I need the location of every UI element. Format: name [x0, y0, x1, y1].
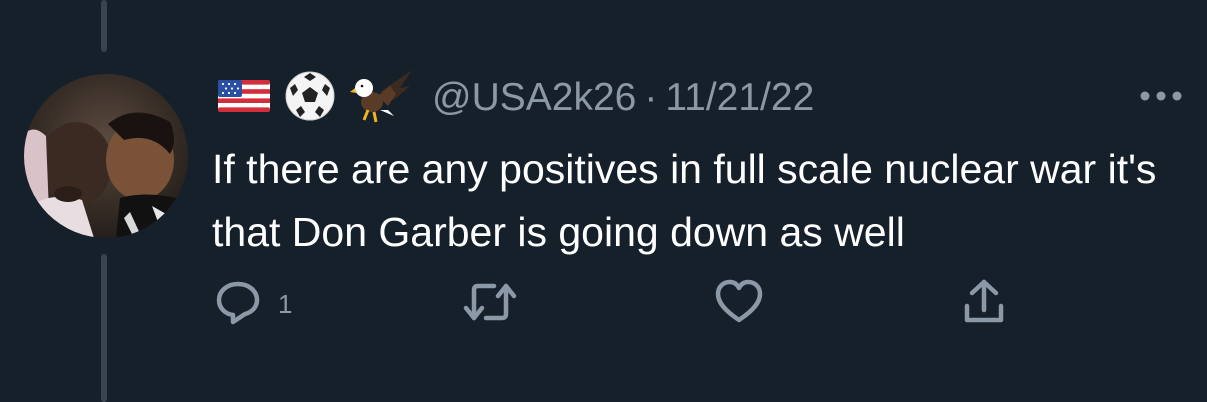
soccer-ball-icon	[284, 70, 336, 127]
more-options-icon[interactable]	[1138, 88, 1184, 104]
tweet-card[interactable]: @USA2k26 · 11/21/22 If there are any pos…	[0, 0, 1207, 402]
tweet-text: If there are any positives in full scale…	[212, 146, 1157, 255]
thread-line-top	[101, 0, 107, 52]
user-handle[interactable]: @USA2k26	[432, 76, 636, 120]
tweet-date[interactable]: 11/21/22	[665, 76, 814, 120]
thread-line-bottom	[101, 254, 107, 402]
heart-icon	[714, 278, 764, 331]
like-button[interactable]	[714, 278, 764, 331]
us-flag-icon	[218, 76, 270, 121]
share-button[interactable]	[962, 278, 1006, 331]
retweet-icon	[462, 278, 518, 331]
eagle-icon	[350, 66, 414, 131]
reply-count: 1	[278, 288, 293, 319]
retweet-button[interactable]	[462, 280, 518, 328]
avatar[interactable]	[24, 74, 188, 238]
reply-button[interactable]: 1	[214, 280, 292, 328]
tweet-header: @USA2k26 · 11/21/22	[218, 68, 814, 128]
reply-icon	[214, 278, 262, 331]
share-icon	[962, 278, 1006, 331]
separator-dot: ·	[644, 76, 658, 119]
